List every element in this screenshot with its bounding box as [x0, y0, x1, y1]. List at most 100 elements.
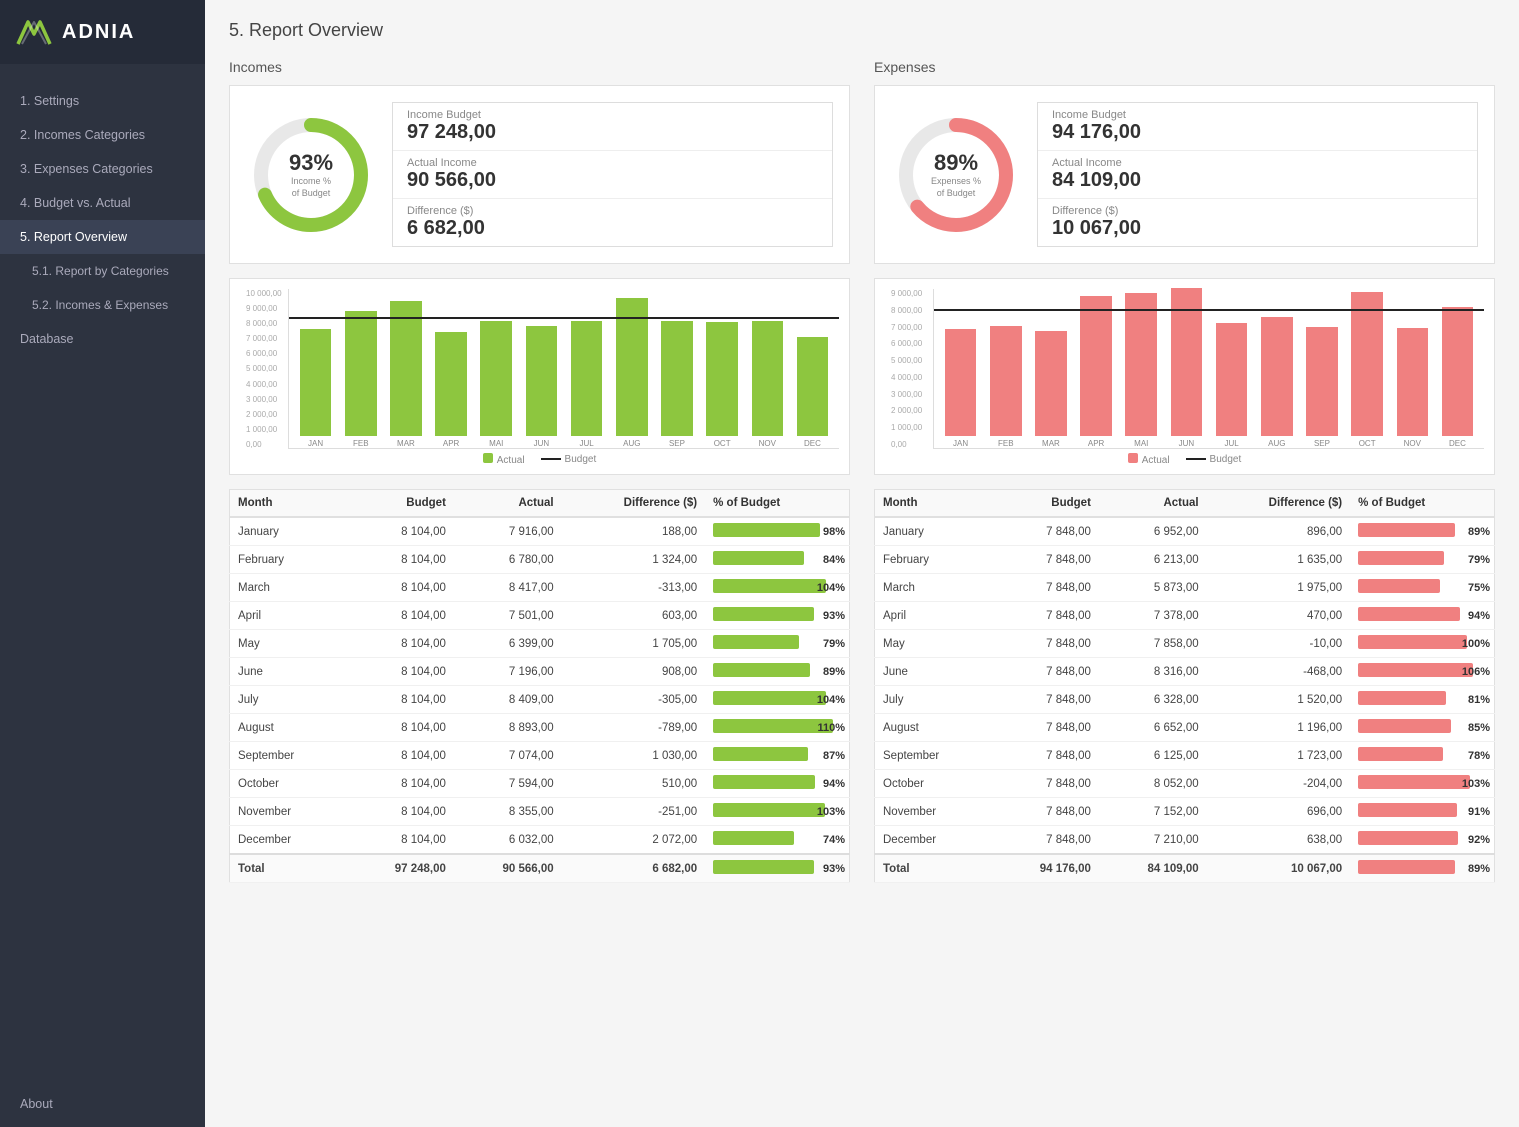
cell-actual: 5 873,00 — [1099, 574, 1207, 602]
bar-label: SEP — [1314, 439, 1330, 448]
cell-actual: 7 210,00 — [1099, 826, 1207, 855]
table-row: February 8 104,00 6 780,00 1 324,00 84% — [230, 546, 850, 574]
expenses-gauge-pct: 89% — [931, 150, 981, 176]
sidebar-item-incomes-expenses[interactable]: 5.2. Incomes & Expenses — [0, 288, 205, 322]
bar-label: MAR — [1042, 439, 1060, 448]
incomes-col-diff: Difference ($) — [562, 490, 706, 518]
expenses-chart-legend: Actual Budget — [885, 449, 1484, 470]
cell-month: April — [875, 602, 992, 630]
table-row: October 7 848,00 8 052,00 -204,00 103% — [875, 770, 1495, 798]
cell-budget: 7 848,00 — [991, 630, 1099, 658]
logo-area: ADNIA — [0, 0, 205, 64]
sidebar-item-database[interactable]: Database — [0, 322, 205, 356]
sidebar-item-incomes-cat[interactable]: 2. Incomes Categories — [0, 118, 205, 152]
incomes-col-actual: Actual — [454, 490, 562, 518]
incomes-gauge-card: 93% Income % of Budget Income Budget 97 … — [229, 85, 850, 264]
cell-month: April — [230, 602, 347, 630]
cell-pct: 104% — [705, 686, 849, 714]
expenses-title: Expenses — [874, 59, 1495, 75]
bar — [1397, 328, 1429, 436]
cell-pct: 89% — [705, 658, 849, 686]
bar-label: SEP — [669, 439, 685, 448]
bar-label: DEC — [1449, 439, 1466, 448]
table-row: April 7 848,00 7 378,00 470,00 94% — [875, 602, 1495, 630]
bar-label: MAI — [1134, 439, 1148, 448]
cell-pct: 103% — [1350, 770, 1494, 798]
cell-month: November — [230, 798, 347, 826]
cell-pct: 84% — [705, 546, 849, 574]
cell-pct: 103% — [705, 798, 849, 826]
table-row: May 7 848,00 7 858,00 -10,00 100% — [875, 630, 1495, 658]
cell-total-actual: 90 566,00 — [454, 854, 562, 883]
cell-actual: 7 152,00 — [1099, 798, 1207, 826]
logo-text: ADNIA — [62, 21, 135, 44]
sidebar-item-report-overview[interactable]: 5. Report Overview — [0, 220, 205, 254]
table-row: August 7 848,00 6 652,00 1 196,00 85% — [875, 714, 1495, 742]
incomes-stat-actual: Actual Income 90 566,00 — [393, 151, 832, 199]
cell-actual: 8 316,00 — [1099, 658, 1207, 686]
bar-label: MAI — [489, 439, 503, 448]
cell-actual: 8 417,00 — [454, 574, 562, 602]
table-row-total: Total 97 248,00 90 566,00 6 682,00 93% — [230, 854, 850, 883]
bar — [706, 322, 738, 436]
cell-total-actual: 84 109,00 — [1099, 854, 1207, 883]
cell-actual: 6 328,00 — [1099, 686, 1207, 714]
cell-actual: 7 196,00 — [454, 658, 562, 686]
table-row: June 7 848,00 8 316,00 -468,00 106% — [875, 658, 1495, 686]
cell-budget: 8 104,00 — [346, 630, 454, 658]
bar-label: OCT — [1359, 439, 1376, 448]
sidebar-item-report-categories[interactable]: 5.1. Report by Categories — [0, 254, 205, 288]
cell-month: January — [230, 517, 347, 546]
cell-total-diff: 10 067,00 — [1207, 854, 1351, 883]
incomes-donut: 93% Income % of Budget — [246, 110, 376, 240]
cell-budget: 8 104,00 — [346, 517, 454, 546]
cell-actual: 6 652,00 — [1099, 714, 1207, 742]
cell-month: August — [230, 714, 347, 742]
bar — [435, 332, 467, 436]
cell-pct: 79% — [705, 630, 849, 658]
bar — [990, 326, 1022, 436]
bar-group: APR — [1074, 296, 1119, 448]
bar-label: OCT — [714, 439, 731, 448]
sidebar: ADNIA 1. Settings 2. Incomes Categories … — [0, 0, 205, 1127]
bar-label: APR — [443, 439, 459, 448]
cell-pct: 87% — [705, 742, 849, 770]
cell-month: September — [875, 742, 992, 770]
bar — [1442, 307, 1474, 436]
expenses-stat-diff: Difference ($) 10 067,00 — [1038, 199, 1477, 246]
bar-group: DEC — [1435, 307, 1480, 448]
table-row: August 8 104,00 8 893,00 -789,00 110% — [230, 714, 850, 742]
table-row: February 7 848,00 6 213,00 1 635,00 79% — [875, 546, 1495, 574]
sidebar-item-settings[interactable]: 1. Settings — [0, 84, 205, 118]
cell-budget: 7 848,00 — [991, 742, 1099, 770]
cell-diff: 638,00 — [1207, 826, 1351, 855]
incomes-chart: 10 000,009 000,008 000,007 000,00 6 000,… — [229, 278, 850, 475]
bar — [390, 301, 422, 436]
bar — [661, 321, 693, 436]
cell-diff: 1 196,00 — [1207, 714, 1351, 742]
cell-budget: 8 104,00 — [346, 546, 454, 574]
bar — [945, 329, 977, 436]
sidebar-footer-about[interactable]: About — [0, 1081, 205, 1127]
incomes-section: Incomes 93% Income % of Budget — [229, 59, 850, 883]
bar-label: JAN — [953, 439, 968, 448]
expenses-col-actual: Actual — [1099, 490, 1207, 518]
table-row: October 8 104,00 7 594,00 510,00 94% — [230, 770, 850, 798]
expenses-bar-chart: JANFEBMARAPRMAIJUNJULAUGSEPOCTNOVDEC — [933, 289, 1484, 449]
table-row: January 7 848,00 6 952,00 896,00 89% — [875, 517, 1495, 546]
bar-label: NOV — [759, 439, 776, 448]
bar-group: DEC — [790, 337, 835, 448]
cell-month: June — [875, 658, 992, 686]
bar — [1125, 293, 1157, 436]
bar-label: MAR — [397, 439, 415, 448]
cell-diff: 510,00 — [562, 770, 706, 798]
cell-diff: 188,00 — [562, 517, 706, 546]
cell-budget: 7 848,00 — [991, 658, 1099, 686]
sidebar-item-budget-actual[interactable]: 4. Budget vs. Actual — [0, 186, 205, 220]
bar-group: JAN — [938, 329, 983, 448]
cell-diff: 696,00 — [1207, 798, 1351, 826]
cell-pct: 78% — [1350, 742, 1494, 770]
sidebar-item-expenses-cat[interactable]: 3. Expenses Categories — [0, 152, 205, 186]
bar — [1261, 317, 1293, 436]
bar-group: NOV — [745, 321, 790, 448]
